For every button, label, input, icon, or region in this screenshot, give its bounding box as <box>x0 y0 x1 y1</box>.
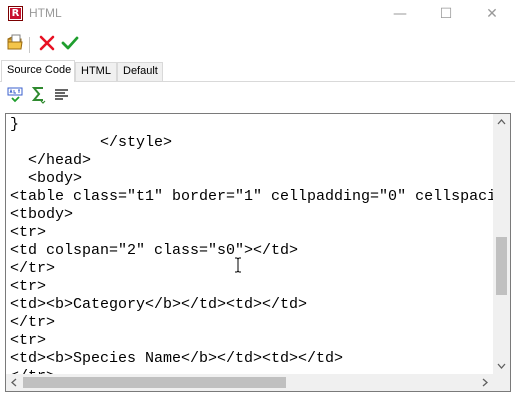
code-line: </tr> <box>10 314 56 331</box>
scroll-down-icon[interactable] <box>497 363 506 369</box>
close-button[interactable]: ✕ <box>469 0 515 30</box>
tab-default[interactable]: Default <box>117 62 163 81</box>
code-line: <tr> <box>10 224 47 241</box>
editor-toolbar <box>0 82 515 109</box>
scroll-right-icon[interactable] <box>482 378 488 387</box>
code-line: <tbody> <box>10 206 74 223</box>
code-line: <table class="t1" border="1" cellpadding… <box>10 188 494 205</box>
app-icon-letter: R <box>10 8 21 19</box>
code-area[interactable]: } </style> </head> <body> <table class="t… <box>10 116 494 374</box>
horizontal-scrollbar[interactable] <box>6 374 493 391</box>
code-line: <td><b>Species Name</b></td><td></td> <box>10 350 344 367</box>
code-line: <td><b>Category</b></td><td></td> <box>10 296 308 313</box>
source-code-editor[interactable]: } </style> </head> <body> <table class="t… <box>5 113 511 392</box>
maximize-button[interactable]: ☐ <box>423 0 469 30</box>
spellcheck-icon[interactable] <box>7 86 25 104</box>
ok-icon[interactable] <box>61 34 81 56</box>
title-bar: R HTML — ☐ ✕ <box>0 0 515 30</box>
open-icon[interactable] <box>6 34 26 56</box>
tab-source-code[interactable]: Source Code <box>1 60 75 82</box>
code-line: <tr> <box>10 278 47 295</box>
code-line: </head> <box>10 152 92 169</box>
align-icon[interactable] <box>53 86 71 104</box>
cancel-icon[interactable] <box>38 34 58 56</box>
toolbar <box>0 31 515 59</box>
code-line: <tr> <box>10 332 47 349</box>
tab-html[interactable]: HTML <box>75 62 117 81</box>
scroll-up-icon[interactable] <box>497 119 506 125</box>
scrollbar-corner <box>493 374 510 391</box>
code-line: <body> <box>10 170 83 187</box>
vertical-scroll-thumb[interactable] <box>496 237 507 295</box>
toolbar-separator <box>29 37 30 53</box>
app-icon: R <box>8 6 23 21</box>
code-line: </style> <box>10 134 173 151</box>
code-line: <td colspan="2" class="s0"></td> <box>10 242 299 259</box>
sum-icon[interactable] <box>30 86 48 104</box>
tab-strip: Source Code HTML Default <box>0 60 515 82</box>
code-line: } <box>10 116 20 133</box>
horizontal-scroll-thumb[interactable] <box>23 377 286 388</box>
minimize-button[interactable]: — <box>377 0 423 30</box>
window-title: HTML <box>29 6 62 20</box>
scroll-left-icon[interactable] <box>11 378 17 387</box>
vertical-scrollbar[interactable] <box>493 114 510 374</box>
text-cursor-icon <box>235 257 241 273</box>
code-line: </tr> <box>10 260 56 277</box>
